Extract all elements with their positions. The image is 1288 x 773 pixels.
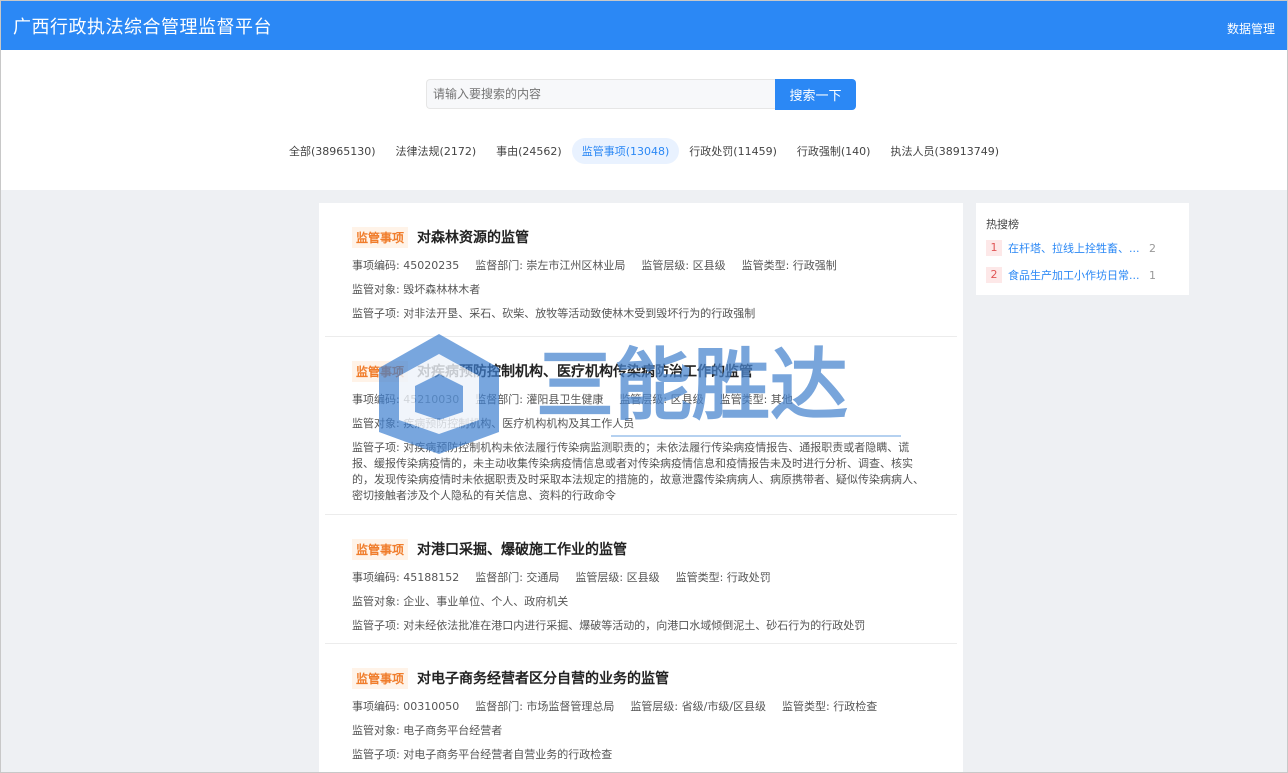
result-code: 事项编码: 45020235 xyxy=(352,259,460,272)
category-tabs: 全部(38965130) 法律法规(2172) 事由(24562) 监管事项(1… xyxy=(1,138,1287,164)
tab-causes[interactable]: 事由(24562) xyxy=(486,138,572,164)
tab-officers[interactable]: 执法人员(38913749) xyxy=(880,138,1009,164)
result-title[interactable]: 对疾病预防控制机构、医疗机构传染病防治工作的监管 xyxy=(417,361,753,381)
result-object: 监管对象: 企业、事业单位、个人、政府机关 xyxy=(352,595,569,608)
result-item[interactable]: 监管事项 对电子商务经营者区分自营的业务的监管 事项编码: 00310050 监… xyxy=(325,644,957,772)
hot-rank: 1 xyxy=(986,240,1002,256)
result-dept: 监督部门: 灌阳县卫生健康 xyxy=(475,393,604,406)
hot-search-title: 热搜榜 xyxy=(986,218,1019,231)
hot-search-panel: 热搜榜 1 在杆塔、拉线上拴牲畜、... 2 2 食品生产加工小作坊日常... … xyxy=(976,203,1189,295)
result-title[interactable]: 对港口采掘、爆破施工作业的监管 xyxy=(417,539,627,559)
tab-penalty[interactable]: 行政处罚(11459) xyxy=(679,138,787,164)
hot-count: 2 xyxy=(1149,241,1156,255)
result-subitem: 监管子项: 对未经依法批准在港口内进行采掘、爆破等活动的，向港口水域倾倒泥土、砂… xyxy=(352,619,866,632)
result-item[interactable]: 监管事项 对疾病预防控制机构、医疗机构传染病防治工作的监管 事项编码: 4521… xyxy=(325,337,957,515)
data-management-link[interactable]: 数据管理 xyxy=(1227,20,1275,37)
result-tag: 监管事项 xyxy=(352,226,409,248)
hot-search-link[interactable]: 食品生产加工小作坊日常... xyxy=(1008,267,1143,283)
result-title[interactable]: 对森林资源的监管 xyxy=(417,227,529,247)
result-code: 事项编码: 45210030 xyxy=(352,393,460,406)
app-window: 广西行政执法综合管理监督平台 数据管理 搜索一下 全部(38965130) 法律… xyxy=(0,0,1288,773)
search-input[interactable] xyxy=(426,79,775,109)
result-type: 监管类型: 行政处罚 xyxy=(675,571,771,584)
result-object: 监管对象: 电子商务平台经营者 xyxy=(352,724,503,737)
hot-search-item[interactable]: 1 在杆塔、拉线上拴牲畜、... 2 xyxy=(986,239,1182,257)
tab-enforcement[interactable]: 行政强制(140) xyxy=(787,138,881,164)
result-code: 事项编码: 45188152 xyxy=(352,571,460,584)
hot-rank: 2 xyxy=(986,267,1002,283)
hot-search-item[interactable]: 2 食品生产加工小作坊日常... 1 xyxy=(986,266,1182,284)
result-subitem: 监管子项: 对非法开垦、采石、砍柴、放牧等活动致使林木受到毁坏行为的行政强制 xyxy=(352,307,756,320)
app-title: 广西行政执法综合管理监督平台 xyxy=(13,17,272,38)
tab-laws[interactable]: 法律法规(2172) xyxy=(386,138,487,164)
hot-count: 1 xyxy=(1149,268,1156,282)
result-tag: 监管事项 xyxy=(352,538,409,560)
result-dept: 监督部门: 市场监督管理总局 xyxy=(475,700,615,713)
result-type: 监管类型: 行政强制 xyxy=(741,259,837,272)
result-level: 监管层级: 省级/市级/区县级 xyxy=(630,700,767,713)
result-item[interactable]: 监管事项 对港口采掘、爆破施工作业的监管 事项编码: 45188152 监督部门… xyxy=(325,515,957,644)
result-object: 监管对象: 疾病预防控制机构、医疗机构机构及其工作人员 xyxy=(352,417,635,430)
results-list: 监管事项 对森林资源的监管 事项编码: 45020235 监督部门: 崇左市江州… xyxy=(319,203,963,772)
result-level: 监管层级: 区县级 xyxy=(619,393,704,406)
search-button[interactable]: 搜索一下 xyxy=(775,79,856,110)
result-subitem: 监管子项: 对疾病预防控制机构未依法履行传染病监测职责的；未依法履行传染病疫情报… xyxy=(352,441,924,502)
result-level: 监管层级: 区县级 xyxy=(641,259,726,272)
result-code: 事项编码: 00310050 xyxy=(352,700,460,713)
tab-supervision-items[interactable]: 监管事项(13048) xyxy=(571,138,680,164)
result-object: 监管对象: 毁坏森林林木者 xyxy=(352,283,481,296)
search-panel: 搜索一下 全部(38965130) 法律法规(2172) 事由(24562) 监… xyxy=(1,50,1287,190)
result-dept: 监督部门: 交通局 xyxy=(475,571,560,584)
result-tag: 监管事项 xyxy=(352,667,409,689)
top-nav-bar: 广西行政执法综合管理监督平台 数据管理 xyxy=(1,1,1287,50)
result-item[interactable]: 监管事项 对森林资源的监管 事项编码: 45020235 监督部门: 崇左市江州… xyxy=(325,203,957,337)
hot-search-link[interactable]: 在杆塔、拉线上拴牲畜、... xyxy=(1008,240,1143,256)
result-subitem: 监管子项: 对电子商务平台经营者自营业务的行政检查 xyxy=(352,748,613,761)
result-type: 监管类型: 行政检查 xyxy=(782,700,878,713)
result-dept: 监督部门: 崇左市江州区林业局 xyxy=(475,259,626,272)
result-type: 监管类型: 其他 xyxy=(719,393,793,406)
result-level: 监管层级: 区县级 xyxy=(575,571,660,584)
result-title[interactable]: 对电子商务经营者区分自营的业务的监管 xyxy=(417,668,669,688)
tab-all[interactable]: 全部(38965130) xyxy=(279,138,386,164)
result-tag: 监管事项 xyxy=(352,360,409,382)
